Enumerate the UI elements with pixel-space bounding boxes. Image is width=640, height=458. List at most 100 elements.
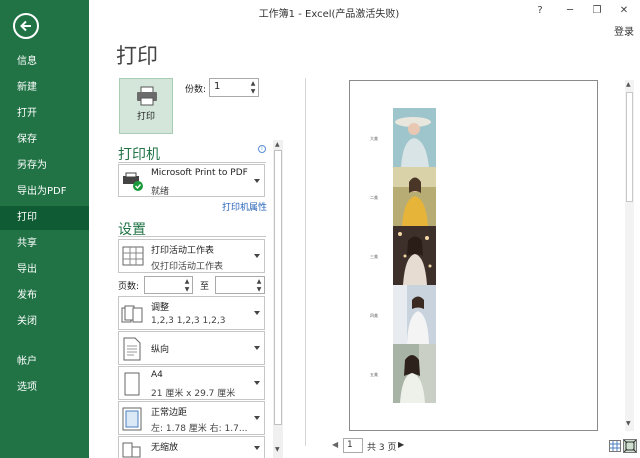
orientation-main: 纵向 xyxy=(151,345,170,355)
margins-sub: 左: 1.78 厘米 右: 1.7... xyxy=(151,424,248,434)
pages-from-input[interactable]: ▲ ▼ xyxy=(144,276,193,294)
print-what-dropdown[interactable]: 打印活动工作表 仅打印活动工作表 xyxy=(118,239,265,273)
preview-photo xyxy=(393,285,436,344)
help-button[interactable]: ? xyxy=(530,3,550,19)
backstage-sidebar: 信息 新建 打开 保存 另存为 导出为PDF 打印 共享 导出 发布 关闭 帐户… xyxy=(0,0,89,458)
scaling-main: 无缩放 xyxy=(151,443,179,453)
nav-open[interactable]: 打开 xyxy=(0,102,89,126)
nav-publish[interactable]: 发布 xyxy=(0,284,89,308)
chevron-down-icon xyxy=(254,445,260,450)
print-what-main: 打印活动工作表 xyxy=(151,246,215,256)
chevron-down-icon xyxy=(254,346,260,350)
preview-scroll-thumb[interactable] xyxy=(626,92,633,202)
orientation-dropdown[interactable]: 纵向 xyxy=(118,331,265,365)
copies-value: 1 xyxy=(214,81,221,92)
margins-icon xyxy=(122,407,142,431)
chevron-down-icon xyxy=(254,416,260,420)
nav-info[interactable]: 信息 xyxy=(0,50,89,74)
nav-save-as[interactable]: 另存为 xyxy=(0,154,89,178)
scaling-icon xyxy=(122,442,141,458)
printer-status: 就绪 xyxy=(151,187,170,197)
copies-input[interactable]: 1 ▲ ▼ xyxy=(209,78,259,97)
chevron-down-icon xyxy=(254,311,260,315)
pages-to-up-icon[interactable]: ▲ xyxy=(255,278,263,286)
info-icon[interactable]: i xyxy=(258,145,266,153)
window-title: 工作簿1 - Excel(产品激活失败) xyxy=(258,9,400,20)
settings-scroll-thumb[interactable] xyxy=(274,150,282,425)
preview-photo xyxy=(393,344,436,403)
pages-from-down-icon[interactable]: ▼ xyxy=(183,286,191,294)
printer-divider xyxy=(118,162,266,163)
preview-caption: 三美 xyxy=(370,254,378,259)
paper-size-sub: 21 厘米 x 29.7 厘米 xyxy=(151,389,236,399)
paper-size-dropdown[interactable]: A4 21 厘米 x 29.7 厘米 xyxy=(118,366,265,400)
restore-button[interactable]: ❐ xyxy=(587,3,607,19)
chevron-down-icon xyxy=(254,178,260,183)
nav-close[interactable]: 关闭 xyxy=(0,310,89,334)
collate-dropdown[interactable]: 调整 1,2,3 1,2,3 1,2,3 xyxy=(118,296,265,330)
close-button[interactable]: ✕ xyxy=(614,3,634,19)
collate-main: 调整 xyxy=(151,303,170,313)
copies-label: 份数: xyxy=(185,85,207,95)
back-arrow-icon xyxy=(20,20,31,32)
printer-dropdown[interactable]: Microsoft Print to PDF 就绪 xyxy=(118,164,265,197)
settings-divider xyxy=(118,236,266,237)
preview-caption: 大美 xyxy=(370,136,378,141)
copies-down-icon[interactable]: ▼ xyxy=(249,88,257,96)
page-number-input[interactable]: 1 xyxy=(343,438,363,453)
collate-sub: 1,2,3 1,2,3 1,2,3 xyxy=(151,316,226,326)
margins-dropdown[interactable]: 正常边距 左: 1.78 厘米 右: 1.7... xyxy=(118,401,265,435)
copies-up-icon[interactable]: ▲ xyxy=(249,80,257,88)
zoom-page-icon xyxy=(623,439,637,453)
nav-print[interactable]: 打印 xyxy=(0,206,89,230)
prev-page-icon[interactable]: ◀ xyxy=(332,440,338,449)
paper-icon xyxy=(124,372,140,396)
page-title: 打印 xyxy=(116,44,158,68)
print-button[interactable]: 打印 xyxy=(119,78,173,134)
printer-name: Microsoft Print to PDF xyxy=(151,168,248,178)
printer-properties-link[interactable]: 打印机属性 xyxy=(222,200,267,213)
preview-caption: 五美 xyxy=(370,372,378,377)
nav-save[interactable]: 保存 xyxy=(0,128,89,152)
minimize-button[interactable]: ─ xyxy=(560,3,580,19)
back-button[interactable] xyxy=(13,13,39,39)
print-what-sub: 仅打印活动工作表 xyxy=(151,262,224,272)
margins-main: 正常边距 xyxy=(151,408,188,418)
print-button-label: 打印 xyxy=(136,112,155,122)
scaling-dropdown[interactable]: 无缩放 xyxy=(118,436,265,458)
preview-scroll-up-icon[interactable]: ▲ xyxy=(626,81,631,88)
nav-export[interactable]: 导出 xyxy=(0,258,89,282)
scroll-down-icon[interactable]: ▼ xyxy=(275,446,280,453)
zoom-to-page-icon[interactable] xyxy=(623,439,637,453)
preview-caption: 四美 xyxy=(370,313,378,318)
printer-icon xyxy=(137,86,157,106)
preview-caption: 二美 xyxy=(370,195,378,200)
printer-ready-icon xyxy=(123,172,143,191)
nav-account[interactable]: 帐户 xyxy=(0,350,89,374)
margins-toggle-icon xyxy=(610,441,620,451)
preview-scrollbar[interactable]: ▲ ▼ xyxy=(625,80,634,431)
scroll-up-icon[interactable]: ▲ xyxy=(275,141,280,148)
login-link[interactable]: 登录 xyxy=(614,23,634,38)
next-page-icon[interactable]: ▶ xyxy=(398,440,404,449)
page-total: 共 3 页 xyxy=(367,443,397,453)
pages-to-down-icon[interactable]: ▼ xyxy=(255,286,263,294)
show-margins-icon[interactable] xyxy=(609,440,621,452)
preview-photo xyxy=(393,167,436,226)
nav-export-pdf[interactable]: 导出为PDF xyxy=(0,180,89,204)
pages-label: 页数: xyxy=(118,282,140,292)
nav-options[interactable]: 选项 xyxy=(0,376,89,400)
nav-share[interactable]: 共享 xyxy=(0,232,89,256)
chevron-down-icon xyxy=(254,254,260,258)
preview-scroll-down-icon[interactable]: ▼ xyxy=(626,420,631,427)
settings-scrollbar[interactable]: ▲ ▼ xyxy=(273,140,283,458)
paper-size-main: A4 xyxy=(151,370,163,380)
pages-to-label: 至 xyxy=(200,282,210,292)
preview-photo xyxy=(393,108,436,167)
chevron-down-icon xyxy=(254,381,260,385)
portrait-icon xyxy=(123,337,141,361)
nav-new[interactable]: 新建 xyxy=(0,76,89,100)
pages-to-input[interactable]: ▲ ▼ xyxy=(215,276,265,294)
preview-photo xyxy=(393,226,436,285)
pages-from-up-icon[interactable]: ▲ xyxy=(183,278,191,286)
